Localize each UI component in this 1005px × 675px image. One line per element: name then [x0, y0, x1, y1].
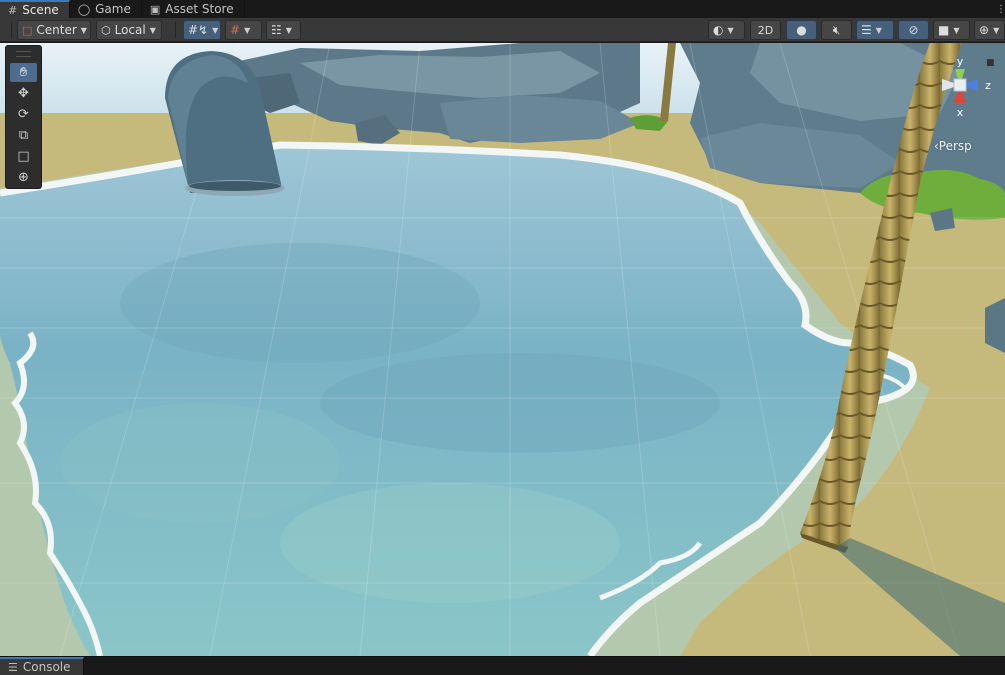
- scene-viewport[interactable]: ✋︎ ✥ ⟳ ⧉ □ ⊕ y z x ‹Persp ■: [0, 43, 1005, 656]
- grid-snap-toggle[interactable]: #↯ ▼: [183, 20, 221, 40]
- layers-icon: ☰: [861, 23, 872, 37]
- gizmo-y-label: y: [957, 55, 964, 68]
- hidden-eye-icon: ⊘: [908, 23, 919, 37]
- overlay-grip[interactable]: [16, 51, 31, 57]
- chevron-down-icon: ▼: [244, 25, 251, 35]
- chevron-down-icon: ▼: [285, 25, 292, 35]
- chevron-down-icon: ▼: [212, 25, 219, 35]
- console-label: Console: [22, 660, 71, 674]
- gizmo-x-label: x: [957, 106, 964, 119]
- pivot-label: Center: [36, 23, 77, 37]
- editor-tab-bar: # Scene ◯ Game ▣ Asset Store ⋮: [0, 0, 1005, 18]
- increment-snap-toggle[interactable]: # ▼: [225, 20, 262, 40]
- space-label: Local: [114, 23, 146, 37]
- hand-tool-button[interactable]: ✋︎: [10, 63, 37, 82]
- effects-dropdown[interactable]: ☰ ▼: [856, 20, 894, 40]
- rotate-icon: ⟳: [18, 107, 29, 122]
- lock-icon[interactable]: ■: [986, 58, 995, 68]
- draw-mode-dropdown[interactable]: ◐ ▼: [708, 20, 745, 40]
- rect-icon: □: [17, 149, 30, 164]
- mute-icon: 🔇︎: [832, 22, 841, 37]
- chevron-down-icon: ▼: [149, 25, 156, 35]
- tab-scene[interactable]: # Scene: [0, 0, 70, 18]
- camera-dropdown[interactable]: ■ ▼: [933, 20, 970, 40]
- gamepad-icon: ◯: [77, 2, 91, 16]
- tools-overlay: ✋︎ ✥ ⟳ ⧉ □ ⊕: [5, 45, 42, 189]
- lighting-toggle[interactable]: ●: [786, 20, 817, 40]
- chevron-down-icon: ▼: [80, 25, 87, 35]
- shading-sphere-icon: ◐: [713, 23, 724, 37]
- scene-toolbar: □ Center ▼ ⬡ Local ▼ #↯ ▼ # ▼ ☷ ▼ ◐ ▼ 2D…: [0, 18, 1005, 42]
- tab-game-label: Game: [95, 2, 131, 16]
- ruler-icon: ☷: [271, 23, 282, 37]
- hand-icon: ✋︎: [19, 65, 28, 80]
- snap-settings-dropdown[interactable]: ☷ ▼: [266, 20, 301, 40]
- gizmo-globe-icon: ⊕: [979, 23, 990, 37]
- pivot-icon: □: [22, 23, 33, 37]
- cube-icon: ⬡: [101, 23, 111, 37]
- toolbar-separator: [11, 22, 12, 38]
- console-bar: ☰ Console: [0, 656, 1005, 675]
- orientation-gizmo[interactable]: y z x: [928, 50, 992, 150]
- gizmo-z-label: z: [985, 79, 991, 92]
- tab-menu-icon[interactable]: ⋮: [996, 0, 1005, 18]
- scene-render: [0, 43, 1005, 656]
- pivot-rotation-dropdown[interactable]: ⬡ Local ▼: [96, 20, 162, 40]
- camera-icon: ■: [938, 23, 950, 37]
- move-tool-button[interactable]: ✥: [10, 84, 37, 103]
- rotate-tool-button[interactable]: ⟳: [10, 105, 37, 124]
- gizmos-dropdown[interactable]: ⊕ ▼: [974, 20, 1005, 40]
- tab-game[interactable]: ◯ Game: [70, 0, 142, 18]
- move-icon: ✥: [18, 86, 29, 101]
- gizmo-center-cube[interactable]: [953, 78, 967, 92]
- scale-icon: ⧉: [18, 128, 29, 143]
- transform-tool-button[interactable]: ⊕: [10, 168, 37, 187]
- tab-console[interactable]: ☰ Console: [0, 657, 84, 675]
- increment-snap-icon: #: [230, 23, 241, 37]
- pivot-mode-dropdown[interactable]: □ Center ▼: [17, 20, 91, 40]
- grid-snap-icon: #↯: [188, 23, 209, 37]
- chevron-down-icon: ▼: [993, 25, 1000, 35]
- tab-asset-store-label: Asset Store: [165, 2, 234, 16]
- scene-visibility-toggle[interactable]: ⊘: [898, 20, 929, 40]
- scale-tool-button[interactable]: ⧉: [10, 126, 37, 145]
- mode-2d-toggle[interactable]: 2D: [750, 20, 781, 40]
- tab-scene-label: Scene: [22, 3, 59, 17]
- console-icon: ☰: [8, 660, 18, 674]
- chevron-down-icon: ▼: [875, 25, 882, 35]
- transform-icon: ⊕: [18, 170, 29, 185]
- lightbulb-icon: ●: [796, 23, 807, 37]
- audio-toggle[interactable]: 🔇︎: [821, 20, 852, 40]
- rect-tool-button[interactable]: □: [10, 147, 37, 166]
- bag-icon: ▣: [149, 2, 161, 16]
- mode-2d-label: 2D: [757, 23, 774, 37]
- projection-label[interactable]: ‹Persp: [934, 139, 972, 153]
- toolbar-separator: [175, 22, 176, 38]
- tab-asset-store[interactable]: ▣ Asset Store: [142, 0, 245, 18]
- chevron-down-icon: ▼: [727, 25, 734, 35]
- chevron-down-icon: ▼: [953, 25, 960, 35]
- grid-icon: #: [8, 3, 18, 17]
